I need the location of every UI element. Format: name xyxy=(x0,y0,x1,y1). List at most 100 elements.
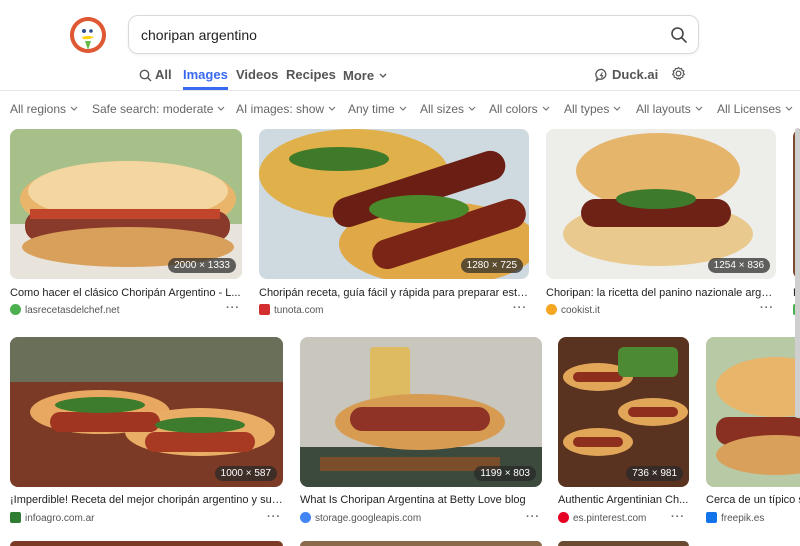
image-result[interactable]: 1254 × 836 Choripan: la ricetta del pani… xyxy=(546,129,776,319)
tab-recipes-label: Recipes xyxy=(286,67,336,82)
result-thumbnail[interactable] xyxy=(558,541,689,546)
result-source[interactable]: es.pinterest.com xyxy=(558,512,646,524)
filter-layouts-label: All layouts xyxy=(636,102,691,116)
image-dimensions: 2000 × 1333 xyxy=(168,258,236,273)
duckai-button[interactable]: Duck.ai xyxy=(595,67,658,90)
filter-colors-label: All colors xyxy=(489,102,538,116)
image-dimensions: 1000 × 587 xyxy=(214,466,277,481)
result-title[interactable]: Cerca de un típico s xyxy=(706,494,800,506)
duckduckgo-logo[interactable] xyxy=(70,17,106,53)
result-thumbnail[interactable]: 736 × 981 xyxy=(558,337,689,487)
favicon-icon xyxy=(10,512,21,523)
tab-all-label: All xyxy=(155,67,172,82)
result-source[interactable]: lasrecetasdelchef.net xyxy=(10,304,120,316)
chevron-down-icon xyxy=(613,101,621,115)
image-result[interactable]: Cerca de un típico s freepik.es xyxy=(706,337,800,527)
tab-recipes[interactable]: Recipes xyxy=(286,67,336,90)
result-title[interactable]: What Is Choripan Argentina at Betty Love… xyxy=(300,494,542,506)
settings-button[interactable] xyxy=(671,66,686,89)
result-source-label: tunota.com xyxy=(274,305,324,316)
more-options-icon[interactable]: ··· xyxy=(760,302,774,314)
image-result[interactable]: 1280 × 725 Choripán receta, guía fácil y… xyxy=(259,129,529,319)
image-result[interactable]: 736 × 981 Authentic Argentinian Ch... es… xyxy=(558,337,689,527)
result-title[interactable]: ¡Imperdible! Receta del mejor choripán a… xyxy=(10,494,283,506)
page-scrollbar[interactable] xyxy=(795,128,800,418)
result-title[interactable]: Choripán receta, guía fácil y rápida par… xyxy=(259,287,529,299)
result-source-label: infoagro.com.ar xyxy=(25,513,95,524)
filter-regions-label: All regions xyxy=(10,102,67,116)
filter-sizes-label: All sizes xyxy=(420,102,465,116)
result-source[interactable]: cookist.it xyxy=(546,304,600,316)
chevron-down-icon xyxy=(217,101,225,115)
result-thumbnail[interactable]: 1000 × 587 xyxy=(10,337,283,487)
filter-sizes[interactable]: All sizes xyxy=(420,101,476,116)
chevron-down-icon xyxy=(399,101,407,115)
more-options-icon[interactable]: ··· xyxy=(671,511,685,523)
gear-icon xyxy=(671,66,686,84)
favicon-icon xyxy=(706,512,717,523)
result-title[interactable]: Como hacer el clásico Choripán Argentino… xyxy=(10,287,242,299)
result-source-label: lasrecetasdelchef.net xyxy=(25,305,120,316)
image-dimensions: 1254 × 836 xyxy=(707,258,770,273)
filter-types-label: All types xyxy=(564,102,610,116)
tab-more-label: More xyxy=(343,68,375,83)
result-source-label: es.pinterest.com xyxy=(573,513,647,524)
filter-time[interactable]: Any time xyxy=(348,101,407,116)
result-source-label: storage.googleapis.com xyxy=(315,513,422,524)
result-source[interactable]: freepik.es xyxy=(706,512,764,524)
chat-bubble-icon xyxy=(595,68,609,85)
chevron-down-icon xyxy=(542,101,550,115)
filter-types[interactable]: All types xyxy=(564,101,621,116)
filter-layouts[interactable]: All layouts xyxy=(636,101,703,116)
tab-all[interactable]: All xyxy=(139,67,172,90)
filter-licenses-label: All Licenses xyxy=(717,102,782,116)
result-thumbnail[interactable] xyxy=(706,337,800,487)
chevron-down-icon xyxy=(695,101,703,115)
filter-bar: All regions Safe search: moderate AI ima… xyxy=(0,98,800,120)
result-source[interactable]: storage.googleapis.com xyxy=(300,512,421,524)
result-source[interactable]: tunota.com xyxy=(259,304,323,316)
more-options-icon[interactable]: ··· xyxy=(267,511,281,523)
chevron-down-icon xyxy=(468,101,476,115)
image-result[interactable]: 1000 × 587 ¡Imperdible! Receta del mejor… xyxy=(10,337,283,527)
tab-more[interactable]: More xyxy=(343,67,387,90)
more-options-icon[interactable]: ··· xyxy=(226,302,240,314)
tab-videos-label: Videos xyxy=(236,67,279,82)
result-thumbnail[interactable]: 1254 × 836 xyxy=(546,129,776,279)
result-thumbnail[interactable]: 1280 × 725 xyxy=(259,129,529,279)
chevron-down-icon xyxy=(785,101,793,115)
search-input[interactable] xyxy=(141,16,661,53)
search-box xyxy=(128,15,699,54)
image-result[interactable]: 2000 × 1333 Como hacer el clásico Chorip… xyxy=(10,129,242,319)
filter-licenses[interactable]: All Licenses xyxy=(717,101,793,116)
duckai-label: Duck.ai xyxy=(612,67,659,82)
search-tabs: All Images Videos Recipes More Duck.ai xyxy=(0,60,800,90)
result-title[interactable]: Choripan: la ricetta del panino nazional… xyxy=(546,287,776,299)
filter-regions[interactable]: All regions xyxy=(10,101,78,116)
result-source-label: freepik.es xyxy=(721,513,765,524)
result-title[interactable]: Authentic Argentinian Ch... xyxy=(558,494,689,506)
filter-colors[interactable]: All colors xyxy=(489,101,550,116)
tab-images-label: Images xyxy=(183,67,228,82)
favicon-icon xyxy=(558,512,569,523)
filter-safe-search[interactable]: Safe search: moderate xyxy=(92,101,225,116)
image-result[interactable]: 1199 × 803 What Is Choripan Argentina at… xyxy=(300,337,542,527)
search-icon[interactable] xyxy=(670,26,688,44)
result-thumbnail[interactable]: 1199 × 803 xyxy=(300,337,542,487)
image-dimensions: 1280 × 725 xyxy=(460,258,523,273)
filter-ai-label: AI images: show xyxy=(236,102,325,116)
more-options-icon[interactable]: ··· xyxy=(526,511,540,523)
more-options-icon[interactable]: ··· xyxy=(513,302,527,314)
result-thumbnail[interactable] xyxy=(10,541,283,546)
favicon-icon xyxy=(10,304,21,315)
result-source[interactable]: infoagro.com.ar xyxy=(10,512,94,524)
result-thumbnail[interactable] xyxy=(300,541,542,546)
chevron-down-icon xyxy=(328,101,336,115)
result-thumbnail[interactable]: 2000 × 1333 xyxy=(10,129,242,279)
favicon-icon xyxy=(259,304,270,315)
tab-videos[interactable]: Videos xyxy=(236,67,278,90)
filter-ai-images[interactable]: AI images: show xyxy=(236,101,336,116)
search-icon xyxy=(139,69,152,85)
image-dimensions: 736 × 981 xyxy=(626,466,683,481)
tab-images[interactable]: Images xyxy=(183,67,228,90)
